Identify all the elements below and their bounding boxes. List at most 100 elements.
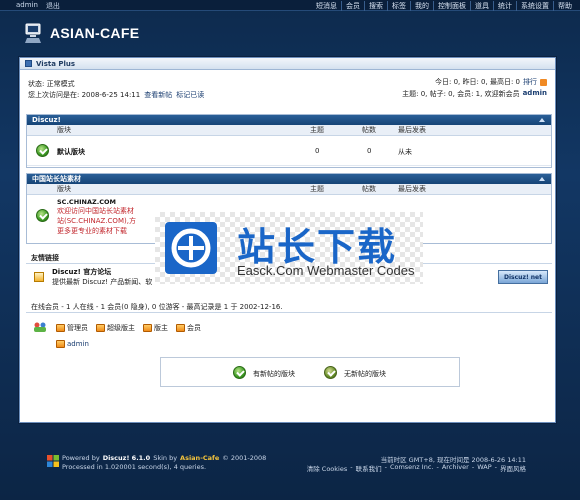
comsenz-link[interactable]: Comsenz Inc.	[390, 463, 434, 473]
skin-link[interactable]: Asian-Cafe	[180, 454, 219, 462]
col-topics: 主题	[310, 185, 324, 193]
online-user-list: admin	[56, 340, 97, 348]
link-site-icon	[34, 272, 44, 282]
category-header[interactable]: Discuz!	[27, 115, 551, 125]
links-title: 友情链接	[31, 254, 59, 262]
watermark-logo-icon	[165, 222, 217, 274]
processed-info: Processed in 1.020001 second(s), 4 queri…	[62, 463, 207, 471]
forum-legend: 有新帖的版块 无新帖的版块	[160, 357, 460, 387]
col-topics: 主题	[310, 126, 324, 134]
forum-description-line2: 站(SC.CHINAZ.COM),方	[57, 217, 136, 225]
forum-topics: 0	[315, 147, 320, 155]
contact-link[interactable]: 联系我们	[356, 463, 382, 473]
nav-search[interactable]: 搜索	[364, 1, 387, 11]
ranking-link[interactable]: 排行	[523, 77, 537, 87]
online-header[interactable]: 在线会员 - 1 人在线 - 1 会员(0 隐身), 0 位游客 - 最高记录是…	[26, 301, 552, 313]
table-header: 版块 主题 帖数 最后发表	[27, 125, 551, 136]
nav-members[interactable]: 会员	[341, 1, 364, 11]
link-site-desc: 提供最新 Discuz! 产品新闻、软	[52, 278, 153, 286]
watermark-subtitle: Easck.Com Webmaster Codes	[237, 263, 415, 278]
category-discuz: Discuz! 版块 主题 帖数 最后发表 默认版块 0 0 从未	[26, 114, 552, 168]
category-title: 中国站长站素材	[32, 175, 81, 183]
window-icon	[25, 60, 32, 67]
group-super-moderator: 超级版主	[96, 323, 135, 333]
user-icon	[56, 340, 65, 348]
product-link[interactable]: Discuz! 6.1.0	[103, 454, 151, 462]
total-stats-text: 主题: 0, 帖子: 0, 会员: 1, 欢迎新会员	[402, 90, 520, 98]
group-moderator: 版主	[143, 323, 168, 333]
col-last-post: 最后发表	[398, 126, 426, 134]
collapse-icon[interactable]	[539, 177, 545, 181]
user-icon	[56, 324, 65, 332]
powered-line: Powered by Discuz! 6.1.0 Skin by Asian-C…	[62, 454, 266, 462]
rss-icon[interactable]	[540, 78, 547, 86]
nav-control-panel[interactable]: 控制面板	[433, 1, 470, 11]
wap-link[interactable]: WAP	[477, 463, 491, 473]
last-visit-line: 您上次访问是在: 2008-6-25 14:11 查看新帖 标记已读	[28, 90, 204, 100]
forum-name-link[interactable]: 默认版块	[57, 147, 85, 157]
status-panel: 状态: 正常模式 您上次访问是在: 2008-6-25 14:11 查看新帖 标…	[20, 70, 555, 110]
forum-description-line3: 更多更专业的素材下载	[57, 227, 127, 235]
username-link[interactable]: admin	[16, 1, 38, 11]
nav-settings[interactable]: 系统设置	[516, 1, 553, 11]
col-last-post: 最后发表	[398, 185, 426, 193]
forum-description-line1: 欢迎访问中国站长站素材	[57, 207, 134, 215]
legend-none: 无新帖的版块	[344, 370, 386, 378]
user-icon	[143, 324, 152, 332]
daily-stats-text: 今日: 0, 昨日: 0, 最高日: 0	[434, 78, 520, 86]
archiver-link[interactable]: Archiver	[442, 463, 469, 473]
link-site-name[interactable]: Discuz! 官方论坛	[52, 267, 111, 277]
nav-tags[interactable]: 标签	[387, 1, 410, 11]
forum-status-icon	[36, 209, 49, 222]
user-area: admin 退出	[16, 1, 60, 11]
skin-prefix: Skin by	[153, 454, 178, 462]
forum-status-icon	[36, 144, 49, 157]
legend-new: 有新帖的版块	[253, 370, 295, 378]
window-title: Vista Plus	[36, 59, 76, 68]
online-summary: 在线会员 - 1 人在线 - 1 会员(0 隐身), 0 位游客 - 最高记录是…	[31, 302, 283, 311]
col-forum: 版块	[57, 126, 71, 134]
forum-last-post: 从未	[398, 148, 412, 156]
style-link[interactable]: 界面风格	[500, 463, 526, 473]
nav-messages[interactable]: 短消息	[312, 1, 341, 11]
nav-my[interactable]: 我的	[410, 1, 433, 11]
online-group-icon	[33, 322, 47, 332]
nav-stats[interactable]: 统计	[493, 1, 516, 11]
footer-links: 清除 Cookies - 联系我们 - Comsenz Inc. - Archiver…	[306, 463, 526, 473]
total-stats: 主题: 0, 帖子: 0, 会员: 1, 欢迎新会员 admin	[402, 89, 547, 99]
newest-member-link[interactable]: admin	[523, 89, 547, 99]
top-bar: admin 退出 短消息 会员 搜索 标签 我的 控制面板 道具 统计 系统设置…	[0, 0, 580, 11]
mode-text: 状态: 正常模式	[28, 80, 75, 88]
online-user[interactable]: admin	[56, 340, 89, 348]
forum-name-link[interactable]: SC.CHINAZ.COM	[57, 198, 116, 206]
discuz-badge[interactable]: Discuz! net	[498, 270, 548, 284]
new-posts-icon	[233, 366, 246, 379]
logo-text: ASIAN-CAFE	[50, 25, 140, 41]
table-header: 版块 主题 帖数 最后发表	[27, 184, 551, 195]
collapse-icon[interactable]	[539, 118, 545, 122]
windows-logo-icon	[47, 455, 59, 467]
view-new-link[interactable]: 查看新帖	[144, 90, 172, 100]
watermark-overlay: 站长下载 Easck.Com Webmaster Codes	[155, 212, 423, 284]
col-forum: 版块	[57, 185, 71, 193]
category-header[interactable]: 中国站长站素材	[27, 174, 551, 184]
site-logo[interactable]: ASIAN-CAFE	[24, 22, 139, 44]
mark-read-link[interactable]: 标记已读	[176, 90, 204, 100]
group-admin: 管理员	[56, 323, 88, 333]
nav-help[interactable]: 帮助	[553, 1, 576, 11]
col-posts: 帖数	[362, 126, 376, 134]
powered-prefix: Powered by	[62, 454, 100, 462]
cafe-logo-icon	[24, 22, 44, 44]
forum-row: 默认版块 0 0 从未	[27, 136, 551, 166]
top-nav: 短消息 会员 搜索 标签 我的 控制面板 道具 统计 系统设置 帮助	[312, 1, 576, 11]
nav-items[interactable]: 道具	[470, 1, 493, 11]
no-new-posts-icon	[324, 366, 337, 379]
logout-link[interactable]: 退出	[46, 1, 60, 11]
daily-stats: 今日: 0, 昨日: 0, 最高日: 0 排行	[435, 77, 547, 87]
page-footer: Powered by Discuz! 6.1.0 Skin by Asian-C…	[0, 440, 580, 500]
online-members: 在线会员 - 1 人在线 - 1 会员(0 隐身), 0 位游客 - 最高记录是…	[26, 301, 552, 353]
copyright: © 2001-2008	[222, 454, 267, 462]
col-posts: 帖数	[362, 185, 376, 193]
clear-cookies-link[interactable]: 清除 Cookies	[307, 463, 348, 473]
forum-posts: 0	[367, 147, 372, 155]
